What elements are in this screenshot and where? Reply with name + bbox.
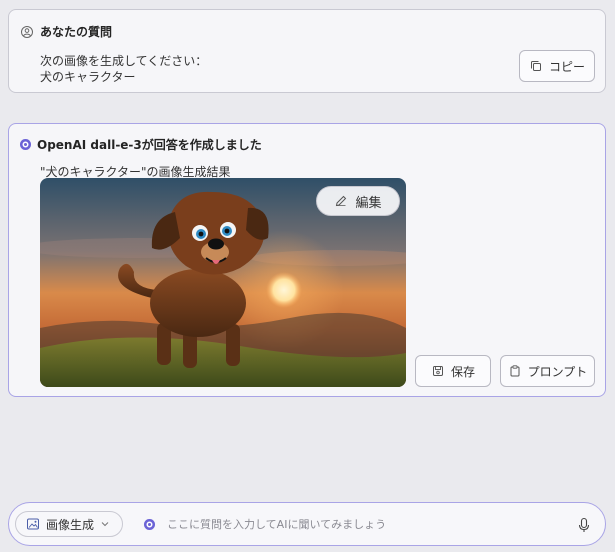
ai-dot-icon bbox=[20, 139, 31, 150]
generated-image[interactable]: 編集 bbox=[40, 178, 406, 387]
question-card: あなたの質問 次の画像を生成してください： 犬のキャラクター コピー bbox=[8, 9, 606, 93]
chevron-down-icon bbox=[100, 517, 110, 531]
copy-button[interactable]: コピー bbox=[519, 50, 595, 82]
prompt-input[interactable] bbox=[167, 513, 567, 535]
image-icon bbox=[26, 517, 40, 531]
mode-label: 画像生成 bbox=[46, 517, 95, 532]
question-line-1: 次の画像を生成してください： bbox=[40, 54, 208, 68]
prompt-label: プロンプト bbox=[527, 364, 588, 379]
answer-header: OpenAI dall-e-3が回答を作成しました bbox=[20, 136, 262, 153]
person-circle-icon bbox=[20, 25, 34, 39]
answer-title: OpenAI dall-e-3が回答を作成しました bbox=[37, 138, 262, 152]
prompt-button[interactable]: プロンプト bbox=[500, 355, 595, 387]
answer-card: OpenAI dall-e-3が回答を作成しました "犬のキャラクター"の画像生… bbox=[8, 123, 606, 397]
copy-icon bbox=[529, 59, 543, 73]
copy-label: コピー bbox=[548, 59, 585, 74]
question-header: あなたの質問 bbox=[20, 23, 112, 40]
ai-dot-icon bbox=[144, 519, 155, 530]
edit-label: 編集 bbox=[355, 195, 382, 211]
mode-select[interactable]: 画像生成 bbox=[15, 511, 123, 537]
input-bar: 画像生成 bbox=[8, 502, 606, 546]
pencil-icon bbox=[334, 194, 348, 208]
question-line-2: 犬のキャラクター bbox=[40, 70, 136, 84]
save-button[interactable]: 保存 bbox=[415, 355, 491, 387]
edit-button[interactable]: 編集 bbox=[316, 186, 400, 216]
question-title: あなたの質問 bbox=[40, 25, 113, 39]
microphone-icon[interactable] bbox=[576, 517, 592, 533]
save-label: 保存 bbox=[450, 364, 475, 379]
clipboard-icon bbox=[508, 364, 522, 378]
save-icon bbox=[431, 364, 445, 378]
